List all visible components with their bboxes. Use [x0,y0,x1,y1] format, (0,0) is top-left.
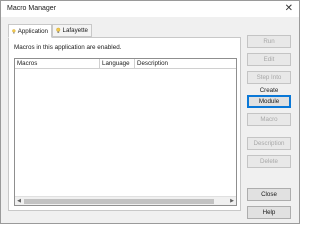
help-button[interactable]: Help [247,206,291,219]
column-header-macros[interactable]: Macros [15,59,100,69]
lightbulb-icon [12,28,16,34]
create-label: Create [259,87,279,94]
step-into-button[interactable]: Step Into [247,71,291,84]
title-bar: Macro Manager ✕ [1,1,299,17]
tab-application-label: Application [17,27,48,35]
tab-lafayette-label: Lafayette [62,27,88,34]
horizontal-scrollbar[interactable]: ◀ ▶ [15,196,236,205]
description-button[interactable]: Description [247,137,291,150]
macros-enabled-message: Macros in this application are enabled. [14,44,122,51]
close-icon[interactable]: ✕ [285,3,293,14]
tab-application[interactable]: Application [8,24,52,38]
tab-lafayette[interactable]: Lafayette [52,24,92,37]
list-header: Macros Language Description [15,59,236,69]
edit-button[interactable]: Edit [247,53,291,66]
column-header-language[interactable]: Language [100,59,135,69]
column-header-description[interactable]: Description [135,59,236,69]
create-macro-button[interactable]: Macro [247,113,291,126]
list-body[interactable] [15,69,236,197]
create-module-button[interactable]: Module [247,95,291,108]
close-button[interactable]: Close [247,188,291,201]
run-button[interactable]: Run [247,35,291,48]
tab-panel-application: Macros in this application are enabled. … [8,37,241,211]
macros-list[interactable]: Macros Language Description ◀ ▶ [14,58,237,206]
window-title: Macro Manager [7,5,57,12]
macro-manager-dialog: Macro Manager ✕ Application Lafayette Ma… [0,0,300,224]
lightbulb-icon [56,27,61,34]
scroll-right-icon[interactable]: ▶ [228,198,236,205]
delete-button[interactable]: Delete [247,155,291,168]
scroll-left-icon[interactable]: ◀ [15,198,23,205]
scrollbar-thumb[interactable] [24,199,214,204]
